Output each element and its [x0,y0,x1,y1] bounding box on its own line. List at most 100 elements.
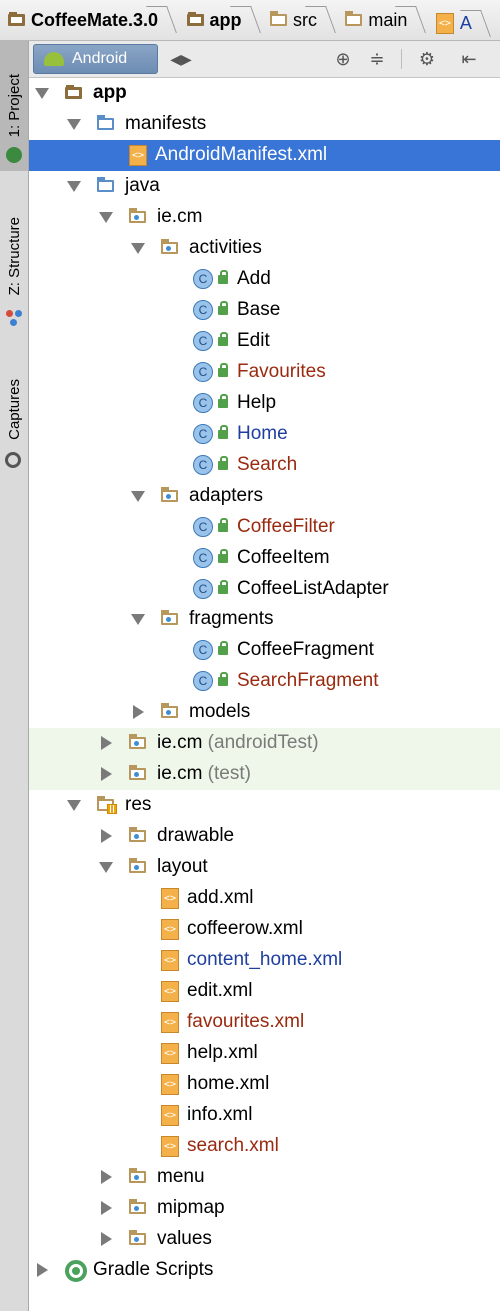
package-icon [129,1230,146,1245]
view-mode-dropdown[interactable]: Android [33,44,158,74]
tree-item-name: search.xml [187,1135,279,1156]
tree-row-label: Base [237,299,280,321]
tree-row[interactable]: C CoffeeListAdapter [29,574,500,605]
tree-row[interactable]: <> search.xml [29,1131,500,1162]
class-icon: C [193,362,213,382]
tree-row[interactable]: menu [29,1162,500,1193]
expand-arrow-icon[interactable] [101,736,112,750]
expand-arrow-icon[interactable] [101,1232,112,1246]
hide-icon[interactable]: ⇤ [457,47,481,71]
sync-icon[interactable]: ⊕ [331,47,355,71]
access-lock-icon [218,332,228,346]
tree-row[interactable]: <> add.xml [29,883,500,914]
tree-row[interactable]: fragments [29,604,500,635]
tree-row[interactable]: res [29,790,500,821]
module-folder-icon [65,85,82,99]
expand-arrow-icon[interactable] [101,1201,112,1215]
tree-row[interactable]: <> coffeerow.xml [29,914,500,945]
camera-icon [5,452,21,468]
tree-row[interactable]: C Help [29,388,500,419]
expand-arrow-icon[interactable] [101,1170,112,1184]
tree-row[interactable]: <> home.xml [29,1069,500,1100]
tree-row[interactable]: ie.cm (test) [29,759,500,790]
expand-arrow-icon[interactable] [101,829,112,843]
tree-row[interactable]: ie.cm [29,202,500,233]
tree-row-label: ie.cm (androidTest) [157,732,319,754]
tree-row[interactable]: C SearchFragment [29,666,500,697]
breadcrumb-item-app[interactable]: app [179,0,258,40]
package-icon [129,1168,146,1183]
collapse-arrow-icon[interactable] [99,212,113,223]
gear-icon[interactable]: ⚙ [415,47,439,71]
tab-captures[interactable]: Captures [0,359,28,459]
expand-arrow-icon[interactable] [37,1263,48,1277]
tree-row[interactable]: java [29,171,500,202]
android-icon [6,147,22,163]
expand-arrow-icon[interactable] [101,767,112,781]
tree-row[interactable]: <> favourites.xml [29,1007,500,1038]
tree-row[interactable]: <> AndroidManifest.xml [29,140,500,171]
tree-item-name: CoffeeItem [237,547,330,568]
tree-row[interactable]: app [29,78,500,109]
tree-row[interactable]: manifests [29,109,500,140]
collapse-arrow-icon[interactable] [131,614,145,625]
collapse-arrow-icon[interactable] [67,181,81,192]
tree-row[interactable]: activities [29,233,500,264]
collapse-arrow-icon[interactable] [131,491,145,502]
tree-row[interactable]: ie.cm (androidTest) [29,728,500,759]
tree-item-name: adapters [189,485,263,506]
breadcrumb-item-manifest[interactable]: <> A [428,4,488,41]
tab-structure[interactable]: Z: Structure [0,191,28,321]
tree-row[interactable]: C CoffeeFragment [29,635,500,666]
tree-row[interactable]: <> edit.xml [29,976,500,1007]
package-icon [129,765,146,780]
tree-row[interactable]: C CoffeeItem [29,543,500,574]
collapse-arrow-icon[interactable] [99,862,113,873]
collapse-arrow-icon[interactable] [131,243,145,254]
collapse-arrow-icon[interactable] [67,119,81,130]
expand-arrow-icon[interactable] [133,705,144,719]
tab-captures-label: Captures [5,378,23,440]
tree-row[interactable]: mipmap [29,1193,500,1224]
tree-row[interactable]: adapters [29,481,500,512]
tree-row[interactable]: Gradle Scripts [29,1255,500,1286]
scroll-from-source-icon[interactable]: ◀▶ [169,47,193,71]
tree-row[interactable]: values [29,1224,500,1255]
xml-file-icon: <> [435,13,454,34]
tree-row-label: Help [237,392,276,414]
tree-row[interactable]: models [29,697,500,728]
tree-item-name: CoffeeListAdapter [237,578,389,599]
tree-row[interactable]: C Base [29,295,500,326]
xml-file-icon: <> [161,1012,179,1033]
breadcrumb-item-main[interactable]: main [337,0,423,40]
tree-row[interactable]: C Home [29,419,500,450]
view-mode-label: Android [72,50,128,67]
tree-row[interactable]: C Edit [29,326,500,357]
project-toolbar: Android ◀▶ ⊕ ≑ ⚙ ⇤ [29,41,500,78]
breadcrumb-item-src[interactable]: src [262,0,333,40]
tool-window-sidebar: 1: Project Z: Structure Captures [0,41,29,1311]
class-icon: C [193,331,213,351]
tree-row-label: CoffeeFilter [237,516,335,538]
collapse-icon[interactable]: ≑ [365,47,389,71]
tree-item-name: coffeerow.xml [187,918,303,939]
xml-file-icon: <> [161,1043,179,1064]
tree-row[interactable]: C Favourites [29,357,500,388]
tree-row[interactable]: drawable [29,821,500,852]
tree-row-label: coffeerow.xml [187,918,303,940]
tree-row[interactable]: <> info.xml [29,1100,500,1131]
tree-row[interactable]: C Add [29,264,500,295]
tree-item-name: help.xml [187,1042,258,1063]
tree-row[interactable]: <> content_home.xml [29,945,500,976]
collapse-arrow-icon[interactable] [35,88,49,99]
tree-row[interactable]: <> help.xml [29,1038,500,1069]
gradle-icon [65,1260,87,1282]
tree-row-label: info.xml [187,1104,252,1126]
tree-row[interactable]: layout [29,852,500,883]
breadcrumb-item-project[interactable]: CoffeeMate.3.0 [0,0,174,40]
package-icon [129,734,146,749]
tree-row[interactable]: C Search [29,450,500,481]
collapse-arrow-icon[interactable] [67,800,81,811]
tree-row[interactable]: C CoffeeFilter [29,512,500,543]
tree-item-name: Favourites [237,361,326,382]
